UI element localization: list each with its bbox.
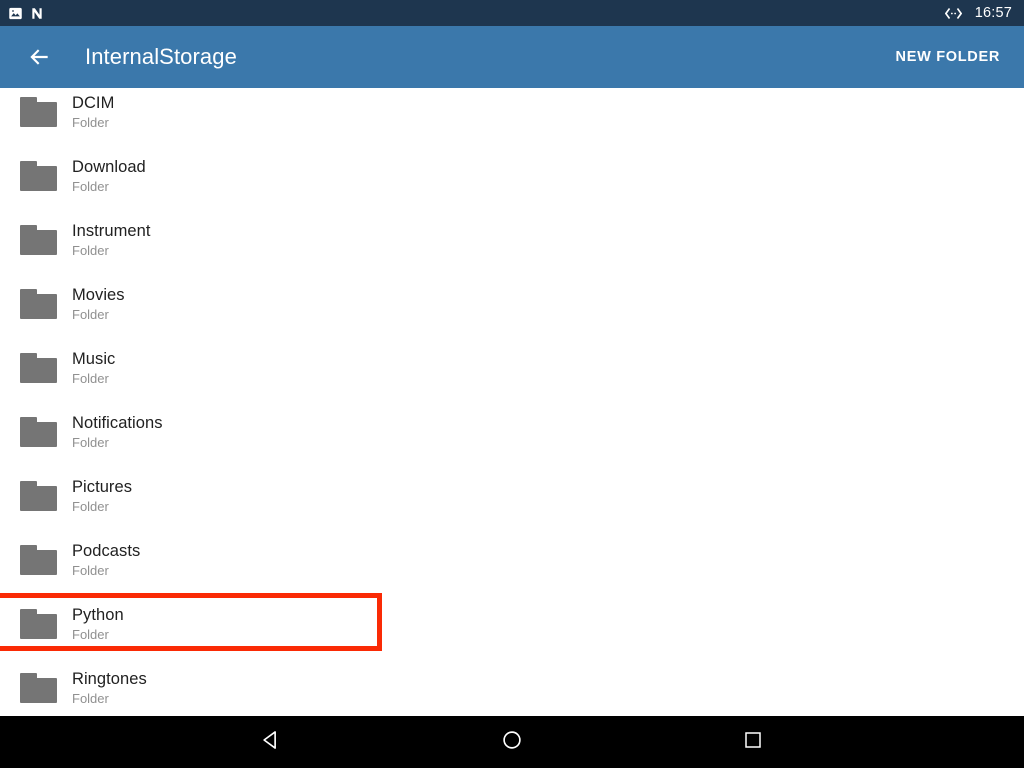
folder-icon [20,481,57,511]
file-name: Pictures [72,478,133,496]
file-row-text: Ringtones Folder [72,669,147,707]
status-bar-left-icons [8,6,44,21]
file-row-text: Python Folder [72,605,124,643]
navigation-bar [0,716,1024,768]
file-list-inner: DCIM Folder Download Folder Instrument Folder… [0,88,1024,716]
recents-nav-button[interactable] [723,716,783,768]
folder-icon [20,673,57,703]
file-type-label: Folder [72,563,109,578]
file-name: Python [72,606,124,624]
file-row[interactable]: Instrument Folder [0,208,1024,272]
file-row[interactable]: Podcasts Folder [0,528,1024,592]
file-row[interactable]: Pictures Folder [0,464,1024,528]
file-name: Podcasts [72,542,141,560]
file-row-text: Notifications Folder [72,413,163,451]
file-row[interactable]: Python Folder [0,592,1024,656]
file-row[interactable]: DCIM Folder [0,88,1024,144]
folder-icon [20,609,57,639]
folder-icon [20,353,57,383]
page-title: InternalStorage [85,44,237,69]
new-folder-button[interactable]: NEW FOLDER [892,41,1004,73]
back-nav-button[interactable] [241,716,301,768]
file-row[interactable]: Movies Folder [0,272,1024,336]
triangle-back-icon [260,729,282,756]
file-type-label: Folder [72,691,109,706]
file-list[interactable]: DCIM Folder Download Folder Instrument Folder… [0,88,1024,716]
file-type-label: Folder [72,627,109,642]
file-type-label: Folder [72,499,109,514]
file-row[interactable]: Ringtones Folder [0,656,1024,716]
file-type-label: Folder [72,435,109,450]
file-row-text: DCIM Folder [72,93,114,131]
file-type-label: Folder [72,179,109,194]
file-type-label: Folder [72,243,109,258]
file-type-label: Folder [72,307,109,322]
file-row-text: Pictures Folder [72,477,132,515]
circle-home-icon [501,729,523,756]
file-row-text: Music Folder [72,349,115,387]
status-bar: 16:57 [0,0,1024,26]
nfc-n-icon [30,6,44,21]
home-nav-button[interactable] [482,716,542,768]
square-recents-icon [743,730,763,755]
folder-icon [20,417,57,447]
file-row-text: Podcasts Folder [72,541,140,579]
usb-debugging-icon [944,6,962,21]
app-bar: InternalStorage NEW FOLDER [0,26,1024,88]
file-row[interactable]: Notifications Folder [0,400,1024,464]
status-bar-right: 16:57 [944,5,1014,21]
folder-icon [20,97,57,127]
back-arrow-icon[interactable] [22,40,56,74]
file-name: Movies [72,286,125,304]
file-row[interactable]: Music Folder [0,336,1024,400]
file-type-label: Folder [72,371,109,386]
folder-icon [20,225,57,255]
file-row-text: Instrument Folder [72,221,150,259]
file-name: Ringtones [72,670,147,688]
folder-icon [20,545,57,575]
folder-icon [20,289,57,319]
file-name: Instrument [72,222,151,240]
file-name: Notifications [72,414,163,432]
file-name: Music [72,350,116,368]
file-name: DCIM [72,94,115,112]
file-row[interactable]: Download Folder [0,144,1024,208]
file-type-label: Folder [72,115,109,130]
android-screen: 16:57 InternalStorage NEW FOLDER DCIM Fol… [0,0,1024,768]
folder-icon [20,161,57,191]
status-bar-clock: 16:57 [974,5,1012,21]
image-notification-icon [8,6,23,21]
file-row-text: Movies Folder [72,285,125,323]
file-row-text: Download Folder [72,157,146,195]
file-name: Download [72,158,146,176]
